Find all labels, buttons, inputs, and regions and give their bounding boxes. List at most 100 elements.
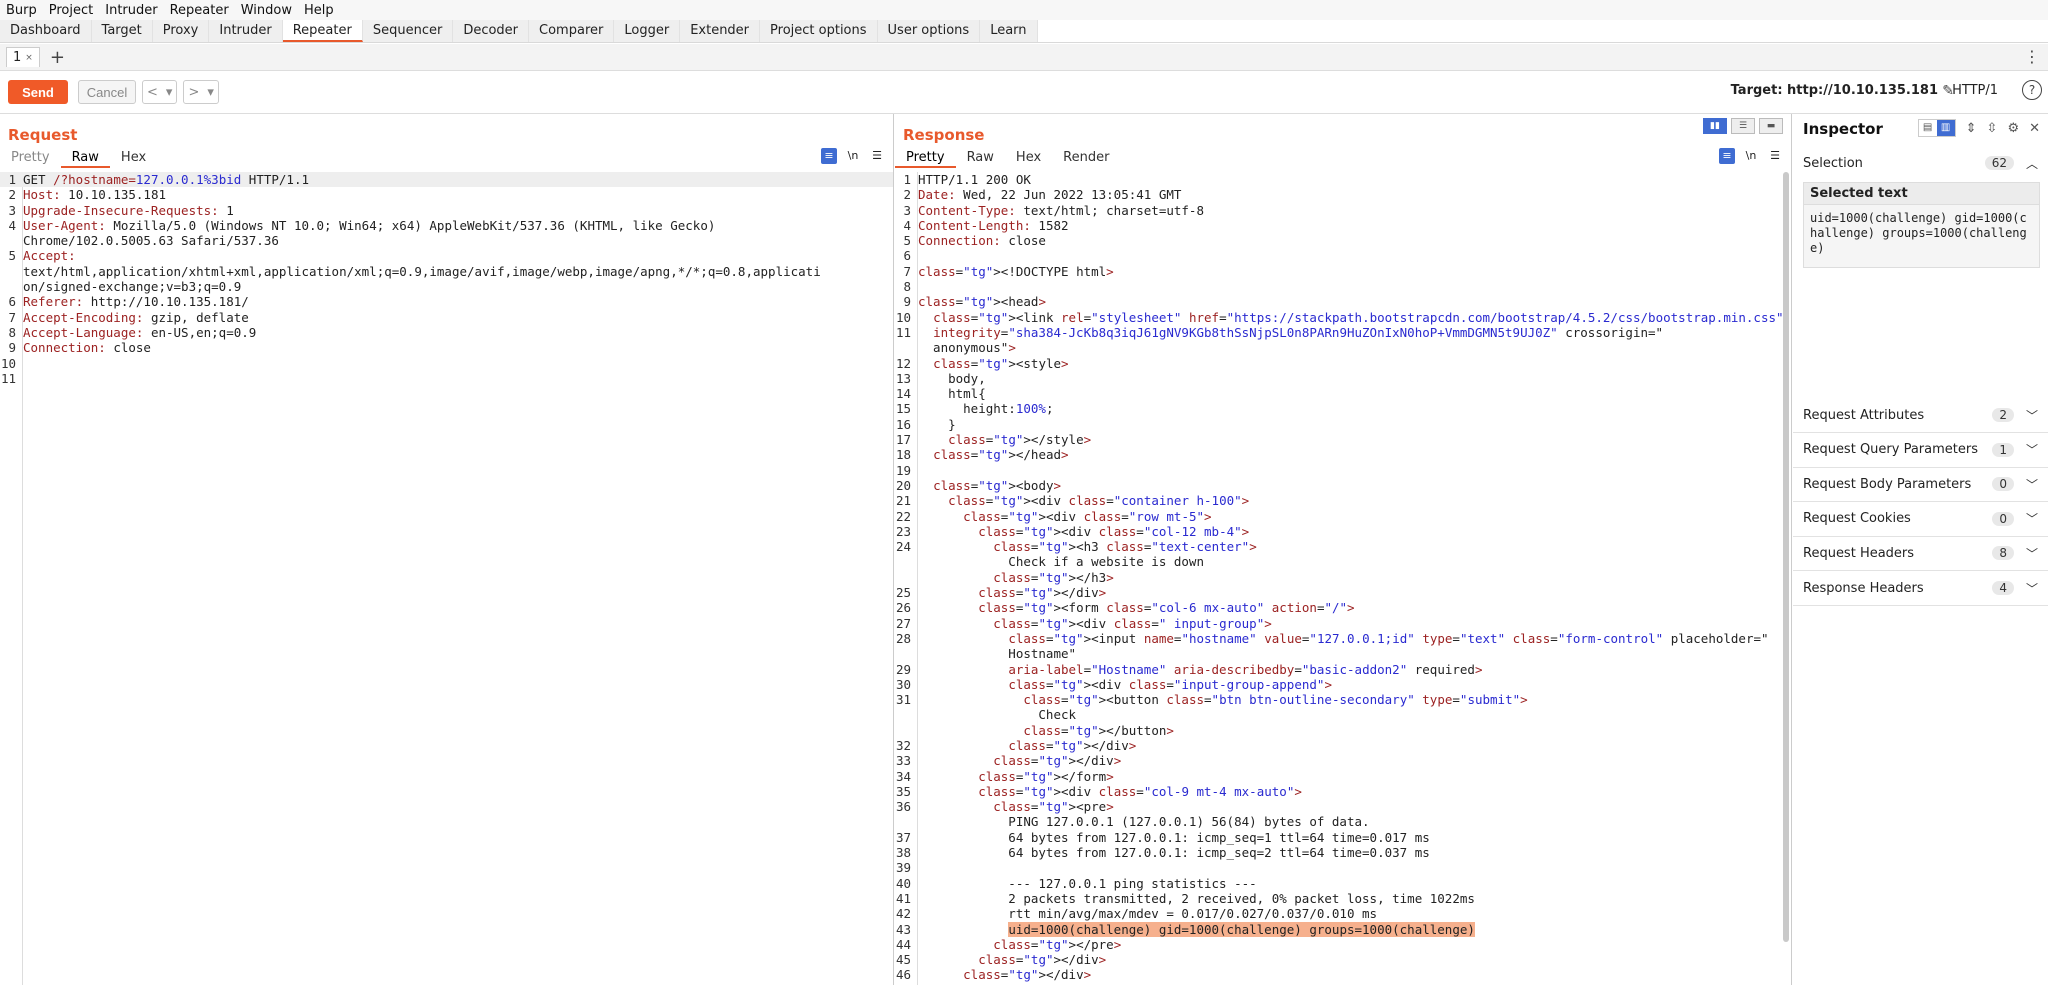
layout-panel-icon[interactable]: ▥ (1936, 120, 1955, 136)
tab-proxy[interactable]: Proxy (152, 20, 210, 42)
code-line: 45 class="tg"></div> (895, 952, 1791, 967)
line-number: 41 (895, 890, 911, 906)
cancel-button[interactable]: Cancel (78, 80, 136, 104)
line-text: class="tg"></div> (978, 952, 1107, 968)
tab-render[interactable]: Render (1052, 148, 1120, 168)
newline-toggle-icon[interactable]: \n (1743, 148, 1759, 164)
more-options-icon[interactable]: ⋮ (2024, 47, 2040, 66)
layout-stacked-icon[interactable]: ☰ (1731, 118, 1755, 134)
line-text: Accept-Language: en-US,en;q=0.9 (23, 324, 257, 340)
expand-all-icon[interactable]: ⇕ (1966, 121, 1977, 136)
code-line: 7 Accept-Encoding: gzip, deflate (0, 310, 893, 325)
send-button[interactable]: Send (8, 80, 68, 104)
code-line: PING 127.0.0.1 (127.0.0.1) 56(84) bytes … (895, 814, 1791, 829)
line-text: class="tg"></pre> (993, 936, 1122, 952)
inspector-row-count: 0 (1992, 477, 2014, 492)
forward-icon[interactable]: > (184, 85, 203, 100)
tab-hex[interactable]: Hex (110, 148, 157, 168)
history-back-group[interactable]: < ▾ (142, 80, 178, 104)
code-line: 17 class="tg"></style> (895, 432, 1791, 447)
scrollbar[interactable] (1783, 172, 1789, 942)
tab-extender[interactable]: Extender (680, 20, 761, 42)
tab-pretty[interactable]: Pretty (895, 148, 956, 168)
inspector-row-request-body-parameters[interactable]: Request Body Parameters 0 ﹀ (1793, 467, 2048, 503)
line-text: 64 bytes from 127.0.0.1: icmp_seq=1 ttl=… (918, 829, 1430, 845)
chevron-down-icon[interactable]: ﹀ (2026, 441, 2038, 458)
inspector-icons: ▤ ▥ ⇕ ⇳ ⚙ ✕ (1917, 119, 2040, 137)
tab-raw[interactable]: Raw (60, 148, 110, 168)
layout-list-icon[interactable]: ▤ (1919, 120, 1937, 136)
line-text: class="tg"><div class="input-group-appen… (1008, 676, 1332, 692)
help-icon[interactable]: ? (2022, 80, 2042, 100)
inspector-row-request-attributes[interactable]: Request Attributes 2 ﹀ (1793, 398, 2048, 433)
tab-project-options[interactable]: Project options (760, 20, 878, 42)
line-text: --- 127.0.0.1 ping statistics --- (918, 875, 1257, 891)
tab-target[interactable]: Target (91, 20, 153, 42)
line-number: 10 (0, 355, 16, 371)
tab-user-options[interactable]: User options (877, 20, 981, 42)
line-text: class="tg"><button class="btn btn-outlin… (1023, 692, 1528, 708)
back-dropdown-icon[interactable]: ▾ (162, 85, 177, 100)
tab-repeater[interactable]: Repeater (282, 20, 363, 42)
line-number: 9 (8, 340, 16, 356)
chevron-down-icon[interactable]: ﹀ (2026, 545, 2038, 562)
inspector-row-request-query-parameters[interactable]: Request Query Parameters 1 ﹀ (1793, 433, 2048, 468)
newline-toggle-icon[interactable]: \n (845, 148, 861, 164)
inspector-selection[interactable]: Selection 62 ︿ (1793, 146, 2048, 180)
line-text: class="tg"><div class="row mt-5"> (963, 508, 1212, 524)
line-number: 44 (895, 936, 911, 952)
line-number: 23 (895, 523, 911, 539)
menu-repeater[interactable]: Repeater (164, 3, 235, 18)
layout-side-by-side-icon[interactable]: ▮▮ (1703, 118, 1727, 134)
chevron-down-icon[interactable]: ﹀ (2026, 580, 2038, 597)
menu-intruder[interactable]: Intruder (99, 3, 163, 18)
collapse-all-icon[interactable]: ⇳ (1987, 121, 1998, 136)
forward-dropdown-icon[interactable]: ▾ (203, 85, 218, 100)
menu-window[interactable]: Window (235, 3, 298, 18)
history-forward-group[interactable]: > ▾ (183, 80, 219, 104)
wrap-lines-icon[interactable]: ≡ (821, 148, 837, 164)
inspector-row-response-headers[interactable]: Response Headers 4 ﹀ (1793, 571, 2048, 606)
chevron-down-icon[interactable]: ﹀ (2026, 476, 2038, 493)
line-text: height:100%; (918, 401, 1054, 417)
menu-icon[interactable]: ☰ (869, 148, 885, 164)
tab-decoder[interactable]: Decoder (453, 20, 530, 42)
selection-label: Selection (1803, 155, 1863, 171)
tab-sequencer[interactable]: Sequencer (362, 20, 454, 42)
chevron-down-icon[interactable]: ﹀ (2026, 407, 2038, 424)
selected-text-value[interactable]: uid=1000(challenge) gid=1000(challenge) … (1804, 205, 2039, 262)
menu-project[interactable]: Project (43, 3, 99, 18)
menu-help[interactable]: Help (298, 3, 340, 18)
http-version-toggle[interactable]: HTTP/1 (1952, 83, 1998, 98)
code-line: 34 class="tg"></form> (895, 769, 1791, 784)
menu-burp[interactable]: Burp (0, 3, 43, 18)
layout-tabs-icon[interactable]: ▬ (1759, 118, 1783, 134)
tab-dashboard[interactable]: Dashboard (0, 20, 92, 42)
tab-pretty[interactable]: Pretty (0, 148, 61, 168)
inspector-row-request-headers[interactable]: Request Headers 8 ﹀ (1793, 536, 2048, 572)
tab-hex[interactable]: Hex (1005, 148, 1052, 168)
inspector-layout-toggle[interactable]: ▤ ▥ (1917, 119, 1956, 137)
tab-raw[interactable]: Raw (956, 148, 1005, 168)
inspector-row-request-cookies[interactable]: Request Cookies 0 ﹀ (1793, 502, 2048, 537)
chevron-up-icon[interactable]: ︿ (2026, 155, 2038, 172)
wrap-lines-icon[interactable]: ≡ (1719, 148, 1735, 164)
back-icon[interactable]: < (143, 85, 162, 100)
tab-learn[interactable]: Learn (980, 20, 1038, 42)
close-icon[interactable]: × (25, 53, 33, 63)
tab-intruder[interactable]: Intruder (209, 20, 283, 42)
line-number: 34 (895, 768, 911, 784)
chevron-down-icon[interactable]: ﹀ (2026, 510, 2038, 527)
repeater-tab-1[interactable]: 1 × (6, 47, 40, 67)
tool-tabs: Dashboard Target Proxy Intruder Repeater Sequ… (0, 20, 2048, 43)
line-text: class="tg"><head> (918, 294, 1046, 310)
close-icon[interactable]: ✕ (2029, 121, 2040, 136)
gear-icon[interactable]: ⚙ (2007, 121, 2019, 136)
add-tab-icon[interactable]: + (50, 47, 65, 68)
tab-comparer[interactable]: Comparer (529, 20, 615, 42)
code-line: 1 HTTP/1.1 200 OK (895, 172, 1791, 187)
response-editor[interactable]: 1 HTTP/1.1 200 OK 2 Date: Wed, 22 Jun 2022 … (895, 172, 1791, 985)
menu-icon[interactable]: ☰ (1767, 148, 1783, 164)
request-editor[interactable]: 1 GET /?hostname=127.0.0.1%3bid HTTP/1.1 2… (0, 172, 893, 985)
tab-logger[interactable]: Logger (614, 20, 681, 42)
